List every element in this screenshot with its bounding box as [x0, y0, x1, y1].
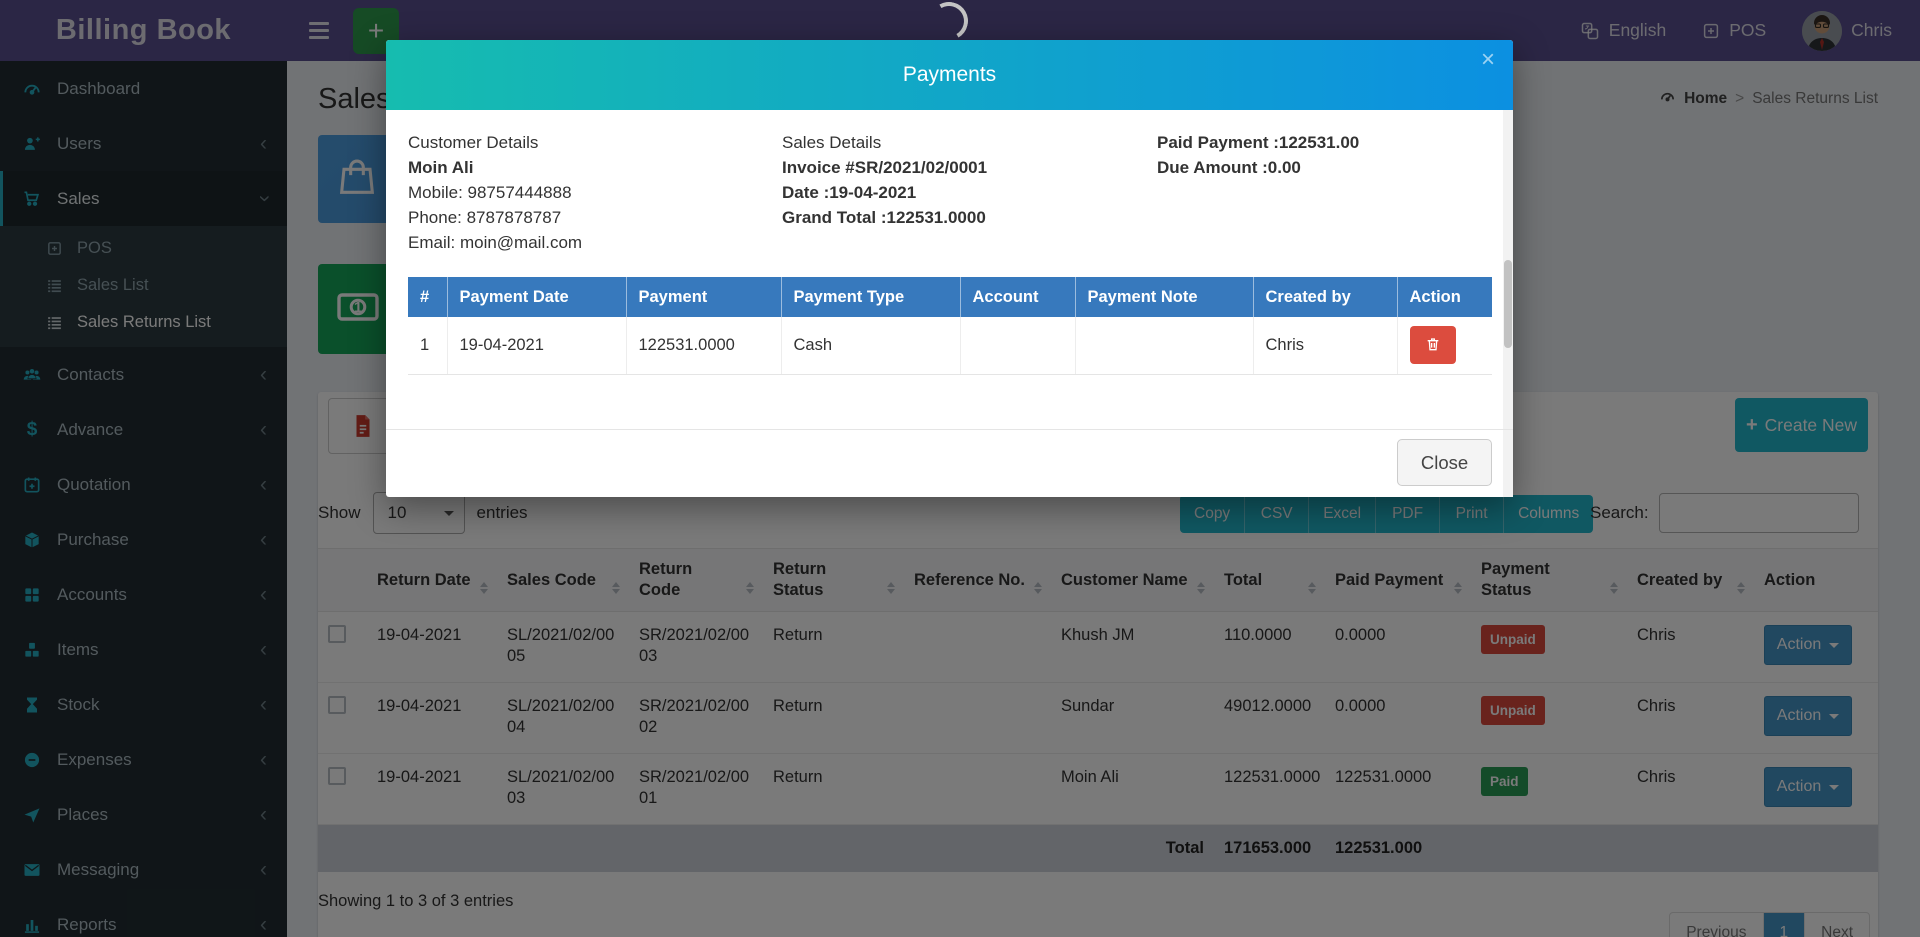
close-icon[interactable]: ×	[1481, 48, 1495, 72]
trash-icon	[1425, 336, 1441, 355]
close-button[interactable]: Close	[1397, 439, 1492, 486]
modal-body: Customer Details Moin Ali Mobile: 987574…	[386, 110, 1513, 375]
grand-total: Grand Total :122531.0000	[782, 205, 1157, 230]
modal-title: Payments	[903, 63, 996, 87]
sales-details-heading: Sales Details	[782, 130, 1157, 155]
customer-mobile: Mobile: 98757444888	[408, 180, 782, 205]
invoice-date: Date :19-04-2021	[782, 180, 1157, 205]
payments-modal: Payments × Customer Details Moin Ali Mob…	[386, 40, 1513, 497]
invoice-number: Invoice #SR/2021/02/0001	[782, 155, 1157, 180]
payment-summary: Paid Payment :122531.00 Due Amount :0.00	[1157, 130, 1491, 255]
payments-table: # Payment Date Payment Payment Type Acco…	[408, 277, 1492, 375]
modal-header: Payments ×	[386, 40, 1513, 110]
payment-row: 1 19-04-2021 122531.0000 Cash Chris	[408, 317, 1492, 374]
col-created-by: Created by	[1253, 277, 1397, 317]
paid-payment: Paid Payment :122531.00	[1157, 130, 1491, 155]
col-payment-date: Payment Date	[447, 277, 626, 317]
customer-details-heading: Customer Details	[408, 130, 782, 155]
sales-details: Sales Details Invoice #SR/2021/02/0001 D…	[782, 130, 1157, 255]
due-amount: Due Amount :0.00	[1157, 155, 1491, 180]
delete-payment-button[interactable]	[1410, 326, 1456, 364]
app-window: Billing Book + English POS Chris Dashboa…	[0, 0, 1920, 937]
col-num: #	[408, 277, 447, 317]
scrollbar-thumb[interactable]	[1504, 260, 1512, 348]
col-payment: Payment	[626, 277, 781, 317]
customer-details: Customer Details Moin Ali Mobile: 987574…	[408, 130, 782, 255]
customer-phone: Phone: 8787878787	[408, 205, 782, 230]
col-action: Action	[1397, 277, 1492, 317]
customer-name: Moin Ali	[408, 155, 782, 180]
col-account: Account	[960, 277, 1075, 317]
customer-email: Email: moin@mail.com	[408, 230, 782, 255]
col-payment-type: Payment Type	[781, 277, 960, 317]
modal-footer: Close	[386, 429, 1513, 497]
col-payment-note: Payment Note	[1075, 277, 1253, 317]
